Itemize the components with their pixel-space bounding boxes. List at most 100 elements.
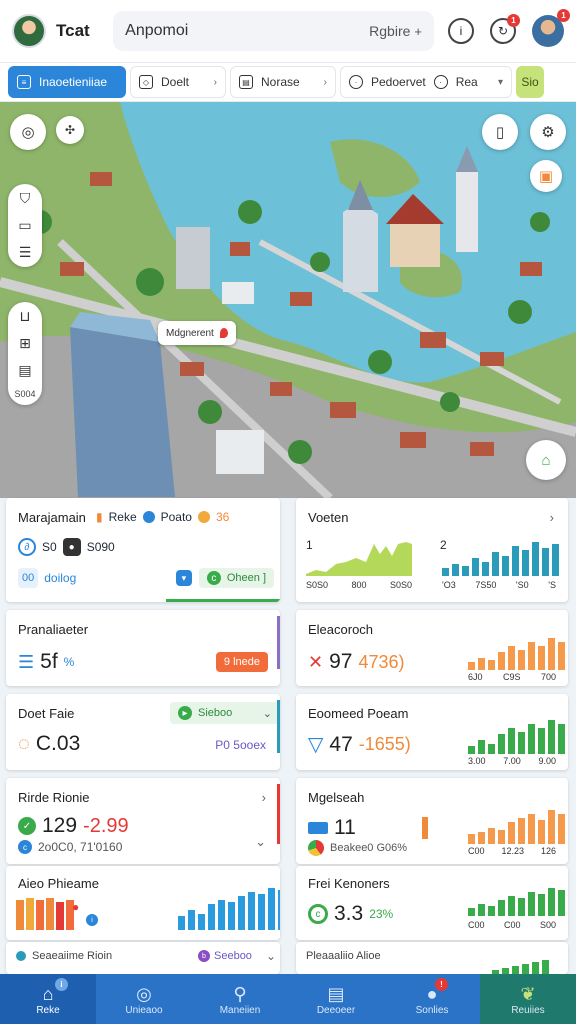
filter-chip-label: Rea (455, 75, 478, 89)
chart-ticks: C00 C00 S00 (468, 920, 556, 930)
card-accent (277, 616, 280, 670)
search-expand-icon[interactable]: + (414, 24, 422, 39)
area-chart-lime (306, 542, 412, 576)
apply-filter-button[interactable]: Sio (516, 66, 544, 98)
nav-item-documents[interactable]: ▤ Deeoeer (288, 974, 384, 1024)
frequency-card[interactable]: Frei Kenoners c 3.3 23% C00 C00 S00 (296, 866, 568, 940)
info-icon[interactable]: i (448, 18, 474, 44)
data-card[interactable]: Doet Faie ▸ Sieboo ⌄ ◌ C.03 P0 5ooex (6, 694, 280, 770)
status-pill[interactable]: 9 lnede (215, 652, 268, 672)
camera-icon: ● (62, 538, 81, 556)
map-tools-bottom: ⊔ ⊞ ▤ S004 (8, 302, 42, 405)
card-value-row: ✓ 129 -2.99 (18, 814, 129, 838)
battery-icon[interactable]: ▯ (482, 114, 518, 150)
status-dropdown[interactable]: ▸ Sieboo ⌄ (170, 702, 280, 724)
card-title: Seaeaiime Rioin (32, 950, 113, 962)
card-accent (277, 700, 280, 754)
metric-value: 129 (42, 814, 78, 837)
filter-chip-map[interactable]: ◇ Doelt › (130, 66, 226, 98)
message-card[interactable]: Mgelseah 11 Beakee0 G06% C00 12.23 126 (296, 778, 568, 864)
nav-item-search[interactable]: ⚲ Maneiien (192, 974, 288, 1024)
check-circle-icon: c (308, 904, 328, 924)
status-pill-label: Oheen ] (226, 572, 266, 584)
nav-item-explore[interactable]: ◎ Unieaoo (96, 974, 192, 1024)
chart-ticks: C00 12.23 126 (468, 846, 556, 856)
metric-sub: 2o0C0, 71'0160 (38, 840, 123, 854)
legend-value: 36 (215, 510, 230, 524)
locate-icon[interactable]: ◎ (10, 114, 46, 150)
filter-chip-target[interactable]: · Pedoervet · Rea ▾ (340, 66, 512, 98)
document-icon[interactable]: ▤ (18, 362, 31, 379)
ride-card[interactable]: Rirde Rionie › ✓ 129 -2.99 c 2o0C0, 71'0… (6, 778, 280, 864)
profile-avatar[interactable]: 1 (532, 9, 570, 47)
legend-dot-icon: ▮ (96, 510, 103, 524)
metric-sub: Beakee0 G06% (330, 842, 408, 854)
status-pill[interactable]: b Seeboo (190, 948, 260, 964)
card-value-row: c 3.3 23% (308, 902, 393, 926)
tag-icon: b (198, 950, 210, 962)
volume-card[interactable]: Voeten › 1 2 S0S0 800 S0S0 'O3 7S50 'S0 'S (296, 498, 568, 602)
pin-icon: ● (72, 900, 80, 914)
nav-label: Unieaoo (125, 1004, 163, 1016)
plan-card[interactable]: Pleaaaliio Alioe (296, 942, 568, 974)
pin-drop-icon[interactable]: ⌂ (526, 440, 566, 480)
chevron-down-icon[interactable]: ⌄ (266, 949, 276, 963)
area-card[interactable]: Aieo Phieame ● i (6, 866, 280, 940)
nav-label: Reuiies (511, 1004, 545, 1016)
id-badge: 00 (18, 568, 39, 588)
inbox-icon[interactable]: ⊔ (20, 308, 31, 325)
settings-icon[interactable]: ⚙ (530, 114, 566, 150)
summary-card[interactable]: Marajamain ▮ Reke Poato 36 ∂ S0 ● S090 0… (6, 498, 280, 602)
session-card[interactable]: Seaeaiime Rioin b Seeboo ⌄ (6, 942, 280, 974)
chevron-down-icon[interactable]: ⌄ (255, 834, 266, 850)
refresh-icon[interactable]: ↻ 1 (490, 14, 520, 44)
bar-chart-warm (16, 896, 74, 930)
bar-chart-orange (468, 630, 568, 670)
card-stat-row: ∂ S0 ● S090 (18, 538, 115, 556)
target-icon: · (349, 75, 363, 89)
search-bar[interactable]: Anpomoi Rgbire + (113, 11, 434, 51)
bottom-navigation: ⌂ Reke i ◎ Unieaoo ⚲ Maneiien ▤ Deeoeer … (0, 974, 576, 1024)
chevron-down-icon[interactable]: ▾ (175, 569, 193, 587)
electric-card[interactable]: Eleacoroch ✕ 97 4736) 6J0 C9S 700 (296, 610, 568, 686)
nav-item-routes[interactable]: ❦ Reuiies (480, 974, 576, 1024)
expand-icon[interactable]: ✣ (56, 116, 84, 144)
list-icon: ▤ (239, 75, 253, 89)
legend-label: Poato (160, 510, 192, 524)
city-map[interactable]: ◎ ✣ ▯ ⚙ ▣ ⌂ ⛉ ▭ ☰ ⊔ ⊞ ▤ S004 Mdgnerent (0, 102, 576, 498)
status-pill[interactable]: c Oheen ] (198, 568, 274, 588)
map-callout[interactable]: Mdgnerent (158, 321, 236, 345)
spinner-icon: ◌ (18, 732, 30, 755)
metric-value: C.03 (35, 732, 81, 755)
card-title: Pleaaaliio Alioe (306, 950, 381, 962)
chevron-right-icon[interactable]: › (550, 510, 554, 525)
compass-icon: ◎ (136, 983, 152, 1004)
stat-value: S090 (86, 540, 115, 554)
user-avatar[interactable] (12, 14, 46, 48)
nav-label: Reke (36, 1004, 60, 1016)
layer-toggle-icon[interactable]: ▣ (530, 160, 562, 192)
card-progress-bar (166, 599, 280, 602)
gamepad-icon[interactable]: ▭ (18, 217, 31, 234)
shield-icon[interactable]: ⛉ (20, 190, 31, 207)
card-action-row: 00 doilog ▾ c Oheen ] (18, 568, 274, 588)
tray-icon[interactable]: ☰ (19, 244, 32, 261)
metric-sub: P0 5ooex (215, 738, 266, 752)
nav-item-profile[interactable]: ● Sonlies ! (384, 974, 480, 1024)
map-icon: ◇ (139, 75, 153, 89)
nav-item-home[interactable]: ⌂ Reke i (0, 974, 96, 1024)
bar-chart-green (468, 882, 568, 916)
lightning-icon: ✕ (308, 651, 324, 672)
filter-chip-list[interactable]: ▤ Norase › (230, 66, 336, 98)
card-link[interactable]: doilog (44, 571, 76, 585)
basket-icon[interactable]: ⊞ (19, 335, 31, 352)
filter-chip-layers[interactable]: ≡ Inaoetieniiae (8, 66, 126, 98)
metric-value: 3.3 (334, 902, 364, 925)
card-header-row: Seaeaiime Rioin b Seeboo ⌄ (16, 948, 276, 964)
power-card[interactable]: Eoomeed Poeam ▽ 47 -1655) 3.00 7.00 9.00 (296, 694, 568, 770)
profile-badge: 1 (557, 9, 570, 22)
parameter-card[interactable]: Pranaliaeter ☰ 5f % 9 lnede (6, 610, 280, 686)
search-input[interactable]: Anpomoi (125, 22, 369, 40)
chevron-right-icon[interactable]: › (262, 790, 266, 805)
metric-unit: % (63, 655, 75, 669)
